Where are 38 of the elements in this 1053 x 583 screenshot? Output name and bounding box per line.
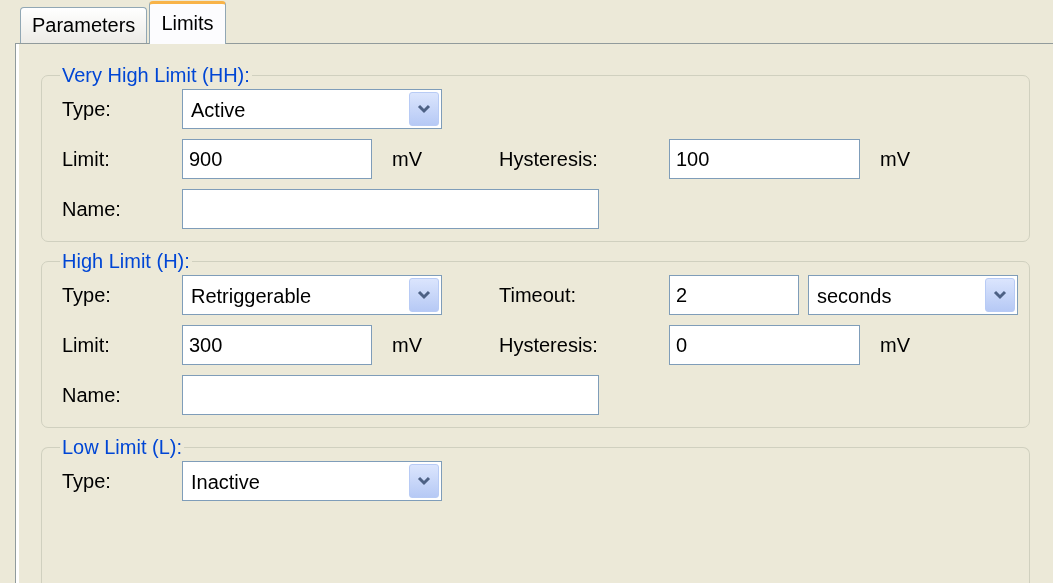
field-label: Hysteresis: xyxy=(499,333,599,357)
tab[interactable]: Parameters xyxy=(20,7,148,43)
type-dropdown[interactable]: Active xyxy=(182,89,442,129)
name-field[interactable] xyxy=(182,189,599,229)
hysteresis-field[interactable]: 100 xyxy=(669,139,860,179)
limit-field[interactable]: 900 xyxy=(182,139,372,179)
unit-label: mV xyxy=(879,333,910,357)
field-label: Type: xyxy=(62,283,112,307)
field-label: Limit: xyxy=(62,333,111,357)
dropdown-button[interactable] xyxy=(409,464,439,498)
tab[interactable]: Limits xyxy=(149,1,226,44)
group-title: Low Limit (L): xyxy=(61,436,184,459)
chevron-down-icon xyxy=(417,104,431,114)
type-dropdown[interactable]: Inactive xyxy=(182,461,442,501)
unit-label: mV xyxy=(391,147,423,171)
chevron-down-icon xyxy=(993,290,1007,300)
field-label: Limit: xyxy=(62,147,111,171)
chevron-down-icon xyxy=(417,476,431,486)
unit-label: mV xyxy=(391,333,423,357)
field-label: Name: xyxy=(62,383,122,407)
field-label: Type: xyxy=(62,469,112,493)
type-dropdown[interactable]: Retriggerable xyxy=(182,275,442,315)
timeout-field[interactable]: 2 xyxy=(669,275,799,315)
unit-dropdown[interactable]: seconds xyxy=(808,275,1018,315)
name-field[interactable] xyxy=(182,375,599,415)
dropdown-button[interactable] xyxy=(409,278,439,312)
limit-field[interactable]: 300 xyxy=(182,325,372,365)
dropdown-button[interactable] xyxy=(409,92,439,126)
hysteresis-field[interactable]: 0 xyxy=(669,325,860,365)
field-label: Type: xyxy=(62,97,112,121)
dropdown-button[interactable] xyxy=(985,278,1015,312)
field-label: Name: xyxy=(62,197,122,221)
group-title: Very High Limit (HH): xyxy=(61,64,251,87)
group-title: High Limit (H): xyxy=(61,250,191,273)
chevron-down-icon xyxy=(417,290,431,300)
unit-label: mV xyxy=(879,147,910,171)
field-label: Hysteresis: xyxy=(499,147,599,171)
field-label: Timeout: xyxy=(499,283,578,307)
